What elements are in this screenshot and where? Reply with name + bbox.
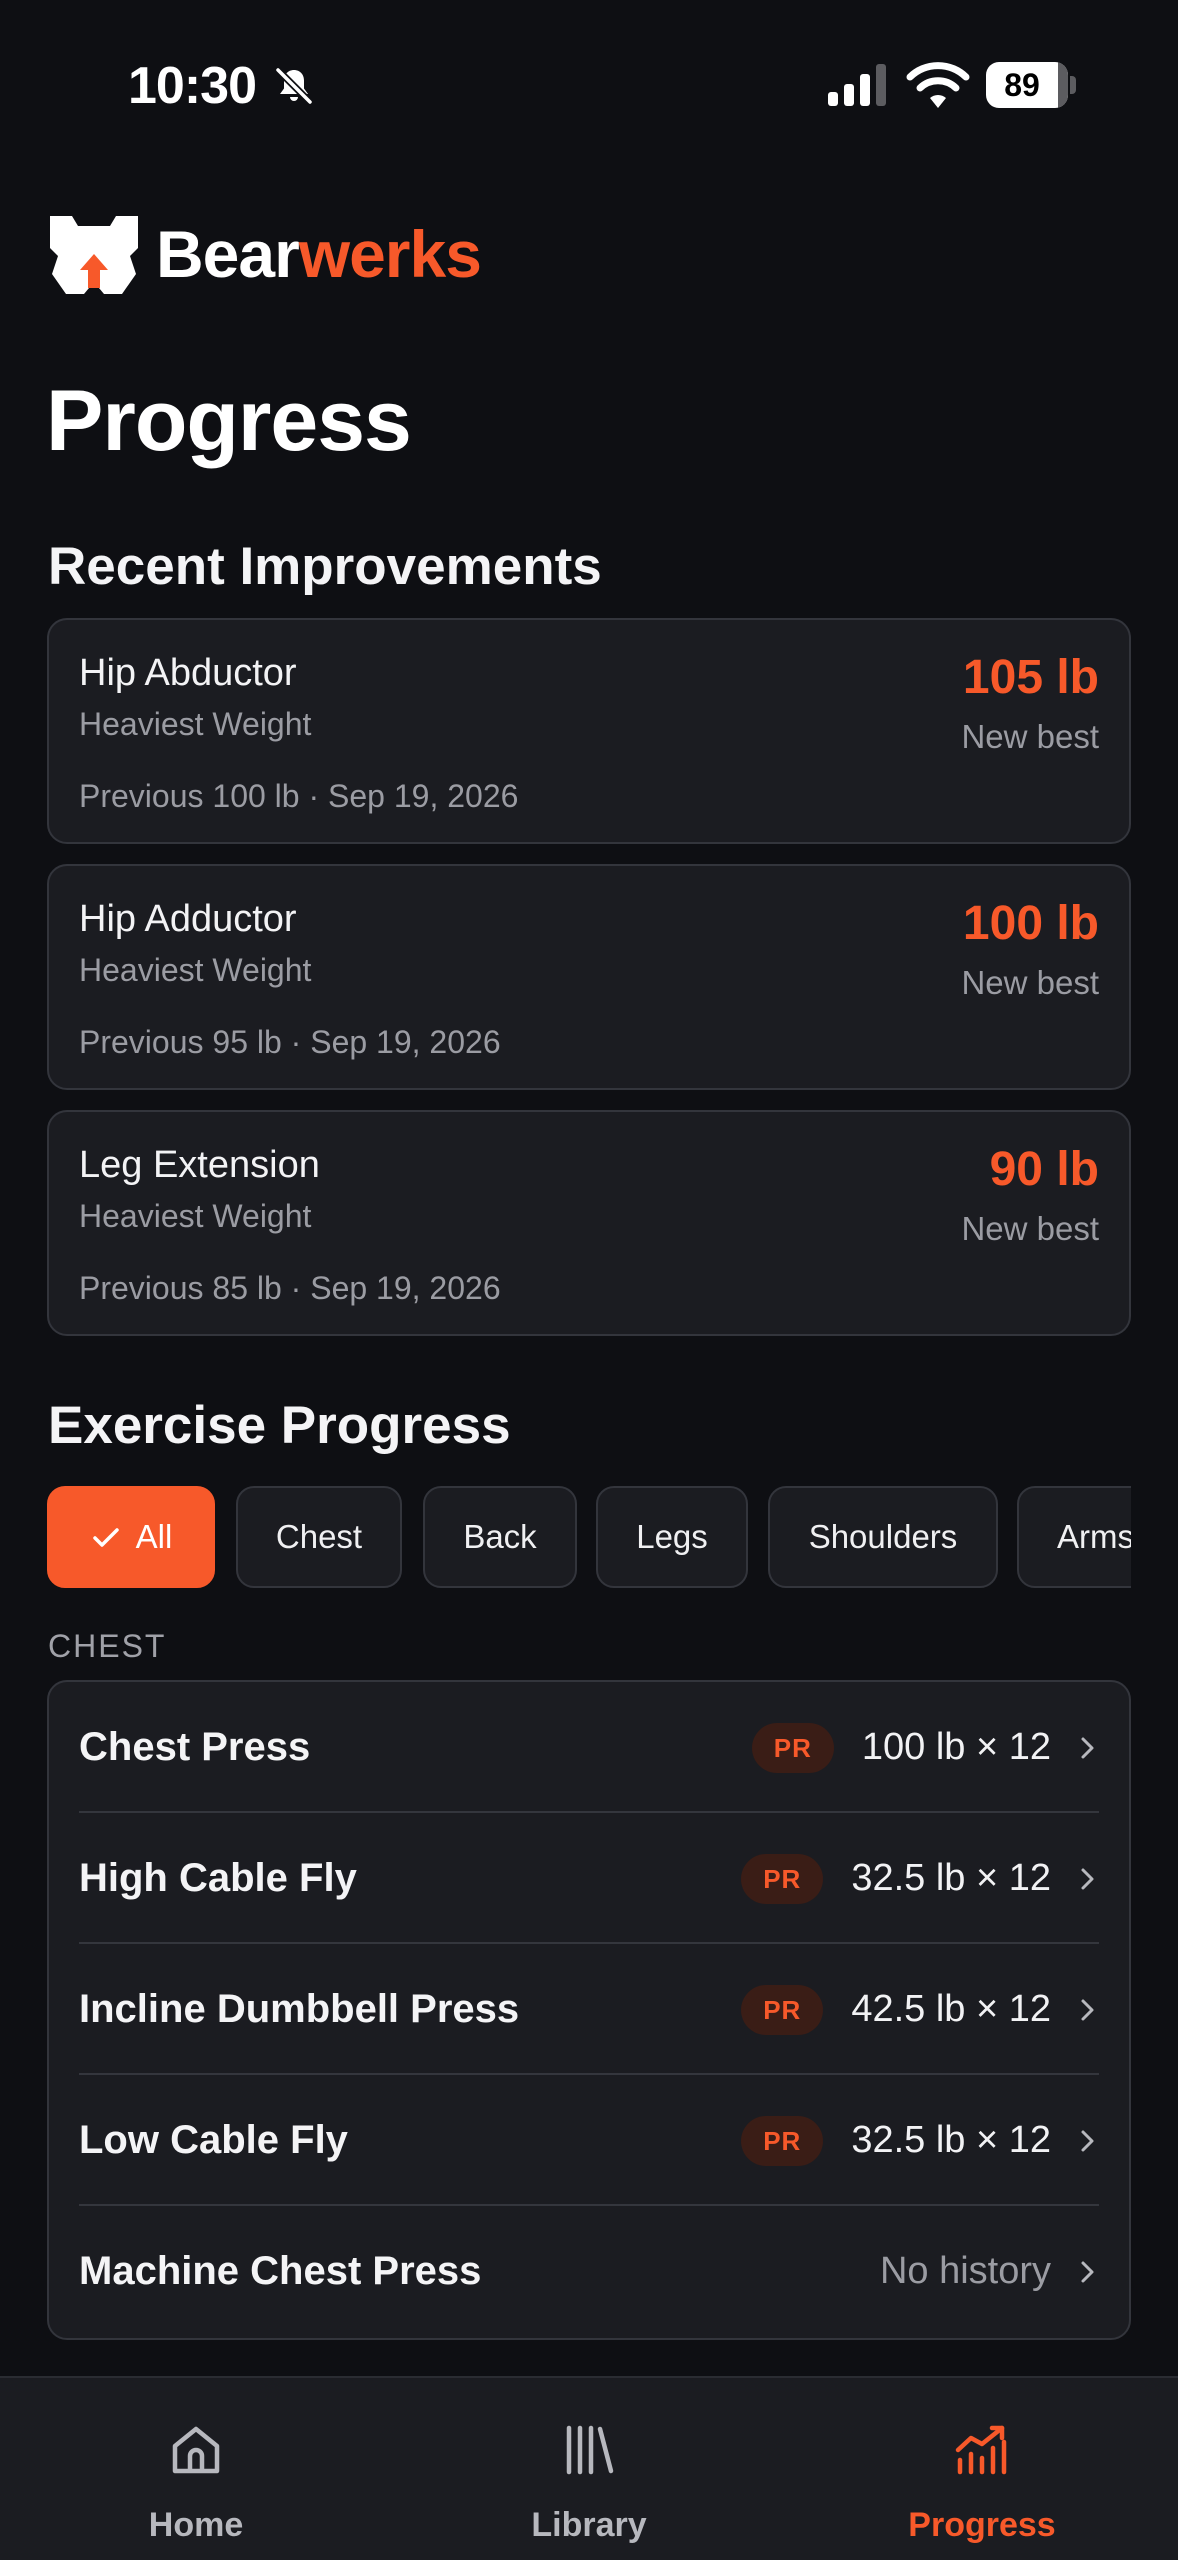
improvement-previous: Previous 100 lb · Sep 19, 2026 xyxy=(79,778,519,814)
chevron-right-icon xyxy=(1081,1868,1094,1889)
page-title: Progress xyxy=(46,373,412,469)
bell-slash-icon xyxy=(275,67,313,105)
improvement-exercise-name: Hip Adductor xyxy=(79,898,297,940)
exercise-best-value: 100 lb × 12 xyxy=(861,1726,1051,1768)
improvement-badge: New best xyxy=(961,964,1099,1001)
improvement-value: 105 lb xyxy=(962,651,1099,704)
exercise-summary: PR 42.5 lb × 12 xyxy=(741,1944,1103,2075)
exercise-summary: PR 100 lb × 12 xyxy=(751,1682,1103,1813)
filter-chip-label: All xyxy=(135,1518,173,1555)
improvement-badge: New best xyxy=(961,718,1099,755)
tab-home[interactable]: Home xyxy=(0,2378,392,2560)
chart-icon xyxy=(955,2425,1007,2475)
improvement-card[interactable]: Hip Adductor Heaviest Weight Previous 95… xyxy=(47,864,1131,1090)
exercise-row[interactable]: Incline Dumbbell Press PR 42.5 lb × 12 xyxy=(49,1944,1129,2075)
bottom-tab-bar: Home Library Progress xyxy=(0,2376,1178,2560)
filter-chip-back[interactable]: Back xyxy=(423,1486,577,1588)
filter-chip-shoulders[interactable]: Shoulders xyxy=(768,1486,998,1588)
exercise-row[interactable]: High Cable Fly PR 32.5 lb × 12 xyxy=(49,1813,1129,1944)
pr-badge: PR xyxy=(751,1722,834,1773)
filter-chip-label: Legs xyxy=(636,1518,708,1555)
progress-screen: 10:30 89 Bearwerks Progress Recent Impro… xyxy=(0,0,1178,2560)
exercise-summary: PR 32.5 lb × 12 xyxy=(741,2075,1103,2206)
exercise-best-value: 32.5 lb × 12 xyxy=(851,2119,1051,2161)
chevron-right-icon xyxy=(1081,2261,1094,2282)
exercise-row[interactable]: Machine Chest Press No history xyxy=(49,2206,1129,2337)
pr-badge: PR xyxy=(741,1853,824,1904)
filter-chip-arms[interactable]: Arms xyxy=(1017,1486,1131,1588)
recent-improvements-title: Recent Improvements xyxy=(48,537,602,596)
brand-name-part2: werks xyxy=(298,217,482,291)
improvement-previous: Previous 95 lb · Sep 19, 2026 xyxy=(79,1024,501,1060)
battery-level: 89 xyxy=(1004,67,1040,103)
status-time: 10:30 xyxy=(128,57,257,115)
improvement-value: 100 lb xyxy=(962,897,1099,950)
improvement-metric: Heaviest Weight xyxy=(79,706,312,742)
filter-chip-legs[interactable]: Legs xyxy=(596,1486,748,1588)
improvement-card[interactable]: Leg Extension Heaviest Weight Previous 8… xyxy=(47,1110,1131,1336)
status-bar: 10:30 89 xyxy=(0,0,1178,170)
exercise-row[interactable]: Chest Press PR 100 lb × 12 xyxy=(49,1682,1129,1813)
exercise-name: Machine Chest Press xyxy=(79,2249,482,2293)
battery-body: 89 xyxy=(986,62,1068,108)
battery-empty-segment xyxy=(1058,62,1068,108)
filter-chip-label: Arms xyxy=(1057,1518,1131,1555)
cellular-signal-icon xyxy=(828,64,886,106)
filter-chip-label: Chest xyxy=(275,1518,363,1555)
pr-badge: PR xyxy=(741,2115,824,2166)
check-icon xyxy=(92,1528,119,1547)
exercise-list: Chest Press PR 100 lb × 12 High Cable Fl… xyxy=(47,1680,1131,2340)
exercise-row[interactable]: Low Cable Fly PR 32.5 lb × 12 xyxy=(49,2075,1129,2206)
battery-icon: 89 xyxy=(986,62,1076,108)
improvement-card[interactable]: Hip Abductor Heaviest Weight Previous 10… xyxy=(47,618,1131,844)
tab-label: Home xyxy=(148,2506,244,2544)
chevron-right-icon xyxy=(1081,1737,1094,1758)
tab-library[interactable]: Library xyxy=(393,2378,785,2560)
improvement-previous: Previous 85 lb · Sep 19, 2026 xyxy=(79,1270,501,1306)
exercise-progress-title: Exercise Progress xyxy=(48,1396,511,1455)
bear-logo-icon xyxy=(50,216,138,294)
exercise-name: Incline Dumbbell Press xyxy=(79,1987,520,2031)
filter-chip-label: Back xyxy=(463,1518,537,1555)
battery-tip xyxy=(1070,76,1076,94)
pr-badge: PR xyxy=(741,1984,824,2035)
filter-chip-all[interactable]: All xyxy=(47,1486,215,1588)
brand-name-part1: Bear xyxy=(156,217,300,291)
improvement-metric: Heaviest Weight xyxy=(79,1198,312,1234)
category-filter-bar: All Chest Back Legs Shoulders Arms xyxy=(47,1486,1131,1590)
improvement-value: 90 lb xyxy=(989,1143,1099,1196)
group-label-chest: CHEST xyxy=(48,1628,167,1664)
tab-progress[interactable]: Progress xyxy=(786,2378,1178,2560)
filter-chip-label: Shoulders xyxy=(808,1518,958,1555)
filter-chip-chest[interactable]: Chest xyxy=(236,1486,402,1588)
tab-label: Library xyxy=(531,2506,647,2544)
exercise-summary: No history xyxy=(880,2206,1103,2337)
improvement-badge: New best xyxy=(961,1210,1099,1247)
chevron-right-icon xyxy=(1081,1999,1094,2020)
exercise-best-value: 32.5 lb × 12 xyxy=(851,1857,1051,1899)
improvement-exercise-name: Hip Abductor xyxy=(79,652,297,694)
exercise-name: High Cable Fly xyxy=(79,1856,357,1900)
exercise-best-value: No history xyxy=(879,2250,1051,2292)
exercise-name: Chest Press xyxy=(79,1725,311,1769)
brand-name: Bearwerks xyxy=(156,216,482,292)
wifi-icon xyxy=(906,62,970,108)
improvement-exercise-name: Leg Extension xyxy=(79,1144,320,1186)
library-icon xyxy=(566,2425,614,2475)
exercise-name: Low Cable Fly xyxy=(79,2118,348,2162)
home-icon xyxy=(172,2426,220,2474)
exercise-summary: PR 32.5 lb × 12 xyxy=(741,1813,1103,1944)
exercise-best-value: 42.5 lb × 12 xyxy=(851,1988,1051,2030)
improvement-metric: Heaviest Weight xyxy=(79,952,312,988)
chevron-right-icon xyxy=(1081,2130,1094,2151)
brand-header: Bearwerks xyxy=(46,212,482,296)
tab-label: Progress xyxy=(908,2506,1056,2544)
